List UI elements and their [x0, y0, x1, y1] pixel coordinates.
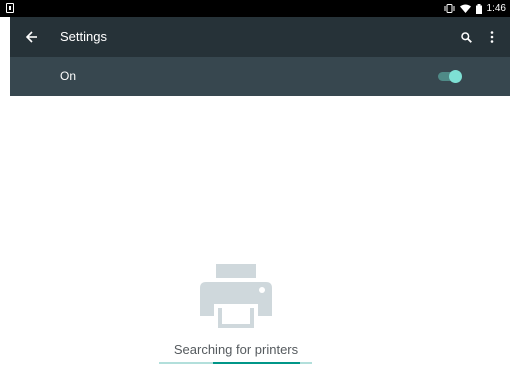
search-progress-bar [159, 362, 312, 364]
searching-status-text: Searching for printers [173, 342, 299, 357]
search-progress-indicator [213, 362, 300, 364]
status-bar: 1:46 [0, 0, 510, 17]
toggle-thumb [449, 70, 462, 83]
status-icons: 1:46 [444, 0, 506, 17]
download-icon [6, 3, 14, 13]
arrow-back-icon [26, 31, 37, 43]
search-button[interactable] [456, 27, 476, 47]
more-vert-icon [490, 31, 494, 43]
back-button[interactable] [20, 25, 44, 49]
app-toolbar: Settings [10, 17, 510, 57]
master-switch-bar[interactable]: On [10, 57, 510, 96]
printer-icon [200, 264, 272, 328]
search-icon [460, 31, 472, 43]
page-title: Settings [60, 29, 107, 44]
clock-text: 1:46 [486, 3, 506, 14]
vibrate-icon [444, 4, 455, 13]
battery-icon [475, 3, 482, 14]
switch-label: On [60, 69, 77, 83]
on-off-toggle[interactable] [438, 69, 462, 83]
overflow-menu-button[interactable] [482, 27, 502, 47]
wifi-icon [459, 4, 471, 13]
